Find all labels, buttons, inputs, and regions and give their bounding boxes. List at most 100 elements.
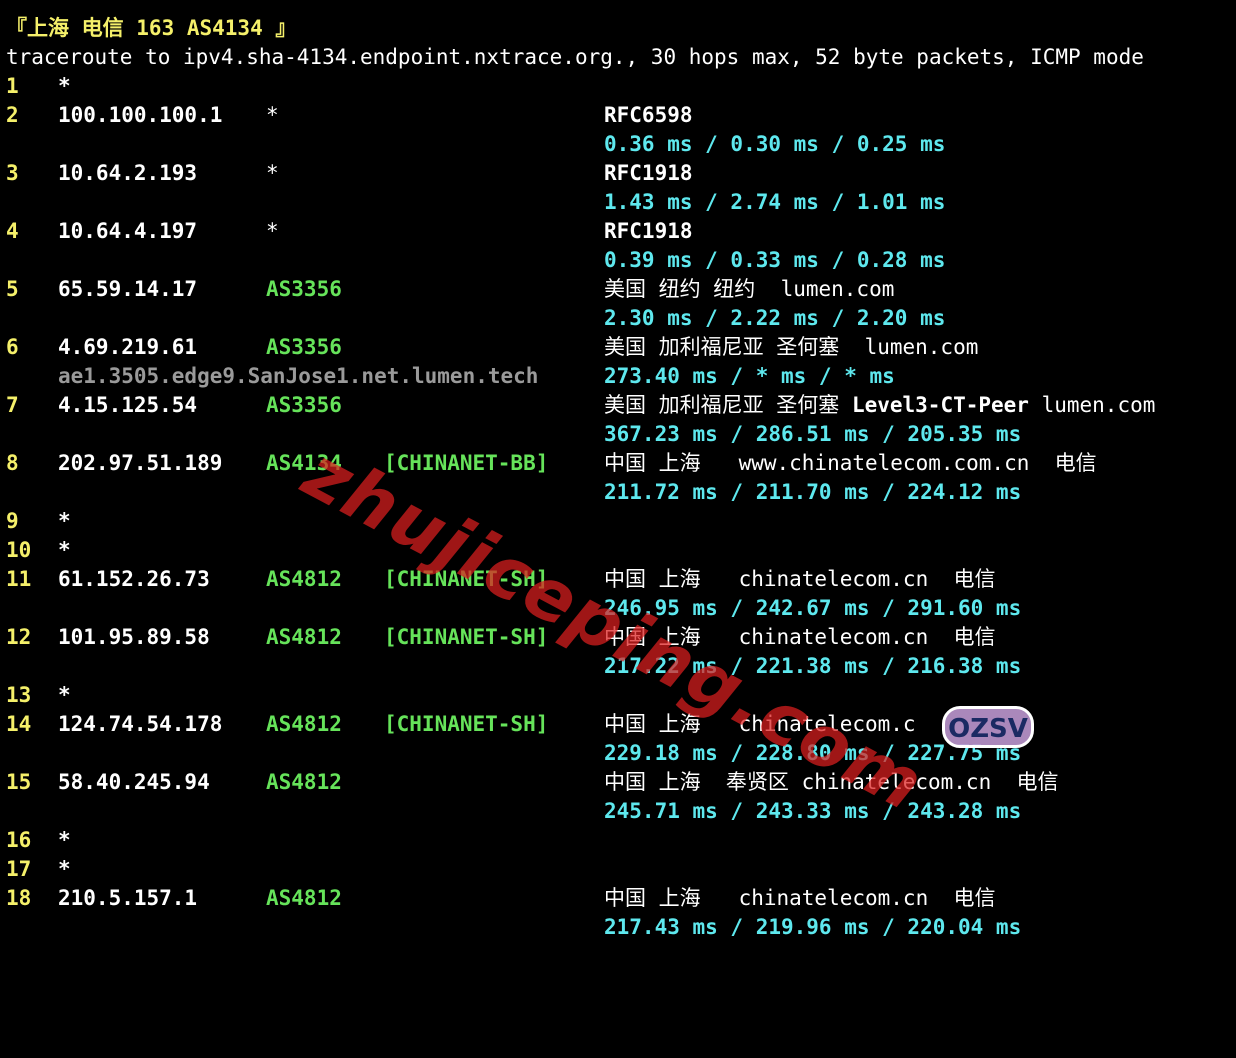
hop-rtt-row: 246.95 ms / 242.67 ms / 291.60 ms [0, 594, 1021, 623]
hop-as: AS4812 [266, 625, 342, 649]
hop-as: AS4812 [266, 886, 342, 910]
hop-as: AS3356 [266, 335, 342, 359]
hop-number: 12 [6, 625, 32, 649]
hop-number: 5 [6, 277, 19, 301]
hop-ip: * [58, 828, 71, 852]
hop-row: 7 4.15.125.54 AS3356 美国 加利福尼亚 圣何塞 Level3… [0, 391, 1155, 420]
hop-rtt: 0.36 ms / 0.30 ms / 0.25 ms [604, 132, 946, 156]
hop-ip: 65.59.14.17 [58, 277, 198, 301]
hop-ip: 101.95.89.58 [58, 625, 210, 649]
hop-number: 3 [6, 161, 19, 185]
hop-geo: 中国 上海 chinatelecom.cn 电信 [604, 886, 996, 910]
hop-as: AS4812 [266, 770, 342, 794]
traceroute-command: traceroute to ipv4.sha-4134.endpoint.nxt… [6, 45, 1144, 69]
hop-ip: * [58, 74, 71, 98]
hop-ip: 10.64.4.197 [58, 219, 198, 243]
hop-row: 6 4.69.219.61 AS3356 美国 加利福尼亚 圣何塞 lumen.… [0, 333, 978, 362]
hop-as: * [266, 161, 279, 185]
hop-row: 16 * [0, 826, 71, 855]
hop-rtt-row: 0.36 ms / 0.30 ms / 0.25 ms [0, 130, 945, 159]
hop-ip: * [58, 857, 71, 881]
ozsv-badge-logo: OZSV [942, 706, 1034, 748]
hop-rtt: 1.43 ms / 2.74 ms / 1.01 ms [604, 190, 946, 214]
hop-geo: 中国 上海 奉贤区 chinatelecom.cn 电信 [604, 770, 1059, 794]
hop-number: 4 [6, 219, 19, 243]
hop-rtt: 2.30 ms / 2.22 ms / 2.20 ms [604, 306, 946, 330]
hop-row: 11 61.152.26.73 AS4812 [CHINANET-SH] 中国 … [0, 565, 996, 594]
hop-number: 16 [6, 828, 32, 852]
hop-rtt-row: 217.43 ms / 219.96 ms / 220.04 ms [0, 913, 1021, 942]
hop-rtt: 273.40 ms / * ms / * ms [604, 364, 895, 388]
hop-geo: RFC1918 [604, 161, 693, 185]
hop-row: 10 * [0, 536, 71, 565]
hop-as: * [266, 103, 279, 127]
hop-rtt: 0.39 ms / 0.33 ms / 0.28 ms [604, 248, 946, 272]
hop-netname: [CHINANET-BB] [384, 451, 549, 475]
hop-number: 7 [6, 393, 19, 417]
hop-rtt-row: 367.23 ms / 286.51 ms / 205.35 ms [0, 420, 1021, 449]
hop-ip: 124.74.54.178 [58, 712, 223, 736]
hop-geo: 美国 纽约 纽约 lumen.com [604, 277, 895, 301]
hop-row: 14 124.74.54.178 AS4812 [CHINANET-SH] 中国… [0, 710, 916, 739]
hop-rtt: 211.72 ms / 211.70 ms / 224.12 ms [604, 480, 1022, 504]
hop-rtt: 245.71 ms / 243.33 ms / 243.28 ms [604, 799, 1022, 823]
hop-geo: RFC1918 [604, 219, 693, 243]
hop-rtt: 217.22 ms / 221.38 ms / 216.38 ms [604, 654, 1022, 678]
hop-as: AS4134 [266, 451, 342, 475]
hop-number: 6 [6, 335, 19, 359]
hop-row: 3 10.64.2.193 * RFC1918 [0, 159, 693, 188]
hop-row: 2 100.100.100.1 * RFC6598 [0, 101, 693, 130]
hop-ip: 100.100.100.1 [58, 103, 223, 127]
hop-geo-domain: lumen.com [1028, 393, 1156, 417]
hop-hostname: ae1.3505.edge9.SanJose1.net.lumen.tech [58, 364, 539, 388]
hop-ip: 58.40.245.94 [58, 770, 210, 794]
hop-row: 1 * [0, 72, 71, 101]
hop-geo: 中国 上海 chinatelecom.c [604, 712, 916, 736]
hop-ip: * [58, 538, 71, 562]
hop-rtt: 246.95 ms / 242.67 ms / 291.60 ms [604, 596, 1022, 620]
hop-number: 10 [6, 538, 32, 562]
hop-geo: 美国 加利福尼亚 圣何塞 lumen.com [604, 335, 979, 359]
hop-ip: * [58, 509, 71, 533]
hop-number: 17 [6, 857, 32, 881]
hop-geo: 中国 上海 www.chinatelecom.com.cn 电信 [604, 451, 1097, 475]
hop-ip: 61.152.26.73 [58, 567, 210, 591]
hop-as: AS3356 [266, 277, 342, 301]
hop-ip: 210.5.157.1 [58, 886, 198, 910]
hop-row: 5 65.59.14.17 AS3356 美国 纽约 纽约 lumen.com [0, 275, 894, 304]
trace-title: 『上海 电信 163 AS4134 』 [6, 16, 297, 40]
hop-row: 17 * [0, 855, 71, 884]
hop-rtt-row: ae1.3505.edge9.SanJose1.net.lumen.tech 2… [0, 362, 895, 391]
hop-rtt-row: 0.39 ms / 0.33 ms / 0.28 ms [0, 246, 945, 275]
hop-as: AS3356 [266, 393, 342, 417]
hop-rtt-row: 229.18 ms / 228.80 ms / 227.75 ms [0, 739, 1021, 768]
hop-ip: 4.69.219.61 [58, 335, 198, 359]
hop-as: AS4812 [266, 567, 342, 591]
hop-ip: 10.64.2.193 [58, 161, 198, 185]
hop-number: 2 [6, 103, 19, 127]
hop-number: 13 [6, 683, 32, 707]
hop-netname: [CHINANET-SH] [384, 712, 549, 736]
hop-ip: * [58, 683, 71, 707]
hop-row: 9 * [0, 507, 71, 536]
hop-row: 12 101.95.89.58 AS4812 [CHINANET-SH] 中国 … [0, 623, 996, 652]
hop-number: 8 [6, 451, 19, 475]
hop-number: 9 [6, 509, 19, 533]
hop-number: 1 [6, 74, 19, 98]
hop-rtt: 367.23 ms / 286.51 ms / 205.35 ms [604, 422, 1022, 446]
hop-number: 18 [6, 886, 32, 910]
hop-rtt-row: 217.22 ms / 221.38 ms / 216.38 ms [0, 652, 1021, 681]
hop-geo: 中国 上海 chinatelecom.cn 电信 [604, 567, 996, 591]
hop-rtt-row: 245.71 ms / 243.33 ms / 243.28 ms [0, 797, 1021, 826]
hop-geo: RFC6598 [604, 103, 693, 127]
hop-row: 15 58.40.245.94 AS4812 中国 上海 奉贤区 chinate… [0, 768, 1059, 797]
hop-number: 14 [6, 712, 32, 736]
hop-geo-location: 美国 加利福尼亚 圣何塞 [604, 393, 852, 417]
hop-number: 15 [6, 770, 32, 794]
hop-rtt-row: 211.72 ms / 211.70 ms / 224.12 ms [0, 478, 1021, 507]
hop-row: 8 202.97.51.189 AS4134 [CHINANET-BB] 中国 … [0, 449, 1097, 478]
hop-netname: [CHINANET-SH] [384, 625, 549, 649]
hop-number: 11 [6, 567, 32, 591]
hop-row: 18 210.5.157.1 AS4812 中国 上海 chinatelecom… [0, 884, 996, 913]
hop-rtt-row: 2.30 ms / 2.22 ms / 2.20 ms [0, 304, 945, 333]
